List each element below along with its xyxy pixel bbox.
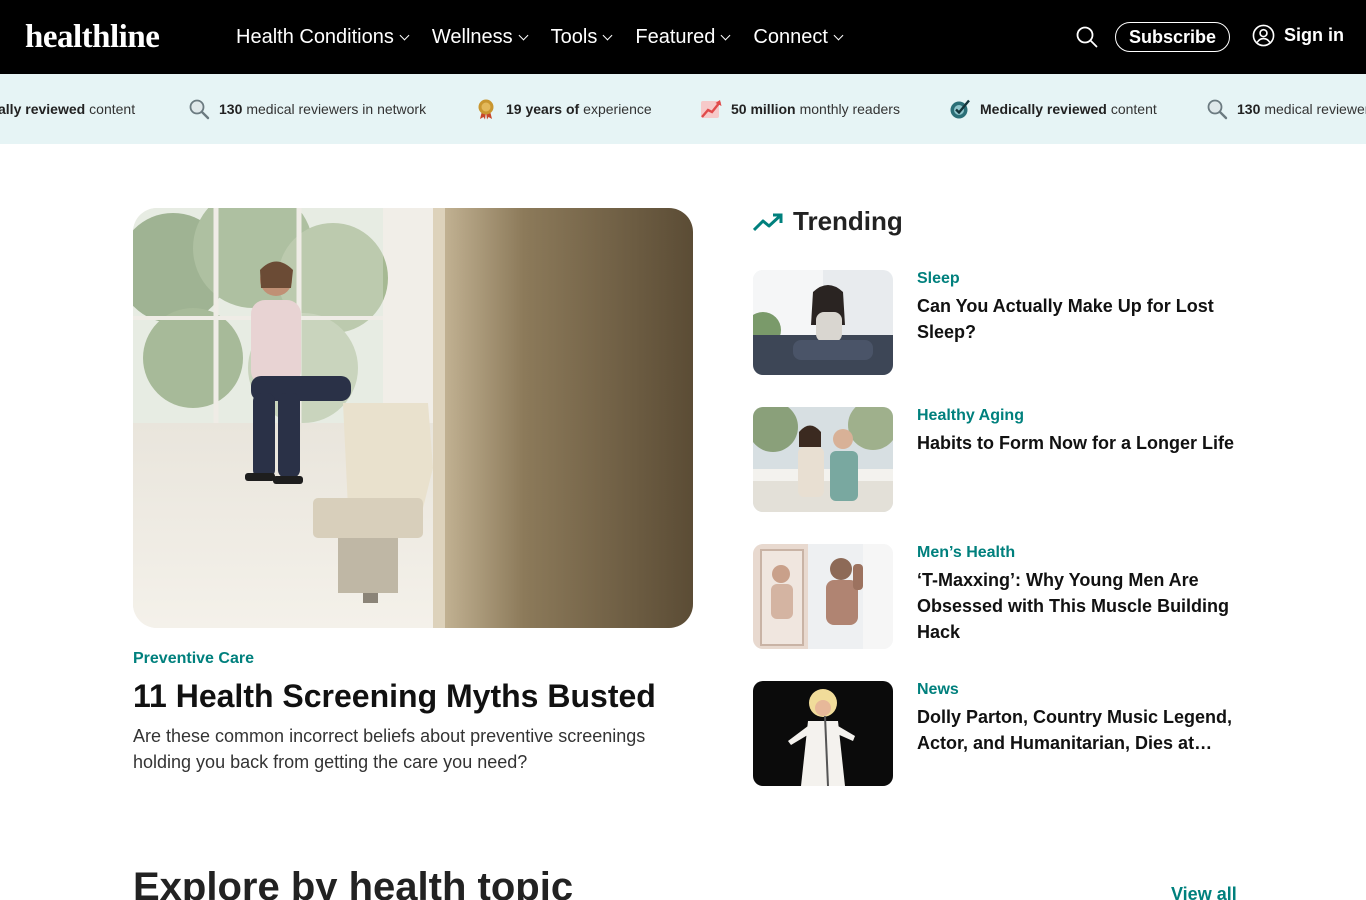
healthline-logo[interactable]: healthline xyxy=(25,17,160,57)
featured-article-image[interactable] xyxy=(133,208,693,628)
featured-description: Are these common incorrect beliefs about… xyxy=(133,726,646,772)
stat-text: content xyxy=(1110,101,1157,117)
magnifier-icon xyxy=(1207,99,1228,120)
stat-text: medical reviewer xyxy=(1264,101,1366,117)
search-button[interactable] xyxy=(1075,25,1099,49)
nav-health-conditions[interactable]: Health Conditions xyxy=(236,25,410,49)
explore-section-title: Explore by health topic xyxy=(133,865,574,900)
trending-header: Trending xyxy=(753,206,903,237)
search-icon xyxy=(1076,26,1098,48)
stat-bold: 19 years of xyxy=(506,101,580,117)
sleep-photo xyxy=(753,270,893,375)
trending-category[interactable]: Sleep xyxy=(917,269,960,289)
nav-tools[interactable]: Tools xyxy=(550,25,613,49)
sign-in-label: Sign in xyxy=(1284,25,1344,45)
trust-stats-ticker: ally reviewed content 130 medical reviewer… xyxy=(0,74,1366,144)
nav-label: Connect xyxy=(753,25,828,48)
chevron-down-icon xyxy=(602,30,613,40)
trending-thumbnail[interactable] xyxy=(753,270,893,375)
trending-thumbnail[interactable] xyxy=(753,681,893,786)
chevron-down-icon xyxy=(518,30,529,40)
mens-health-photo xyxy=(753,544,893,649)
stat-bold: ally reviewed xyxy=(0,101,86,117)
trending-item[interactable]: Sleep Can You Actually Make Up for Lost … xyxy=(753,270,1233,380)
trending-up-icon xyxy=(753,213,783,231)
nav-connect[interactable]: Connect xyxy=(753,25,844,49)
trending-title-link[interactable]: ‘T-Maxxing’: Why Young Men Are Obsessed … xyxy=(917,567,1235,645)
nav-label: Tools xyxy=(550,25,598,48)
subscribe-button[interactable]: Subscribe xyxy=(1115,22,1230,52)
top-navigation-bar: healthline Health Conditions Wellness To… xyxy=(0,0,1366,74)
stat-bold: 50 million xyxy=(731,101,796,117)
growth-chart-icon xyxy=(701,100,722,118)
trending-category[interactable]: News xyxy=(917,680,959,700)
stat-item: 19 years of experience xyxy=(475,74,652,144)
view-all-link[interactable]: View all xyxy=(1171,884,1237,900)
trending-title-link[interactable]: Dolly Parton, Country Music Legend, Acto… xyxy=(917,704,1235,756)
main-nav: Health Conditions Wellness Tools Feature… xyxy=(236,0,866,74)
stat-item: 50 million monthly readers xyxy=(700,74,900,144)
healthy-aging-photo xyxy=(753,407,893,512)
nav-label: Featured xyxy=(635,25,716,48)
trending-item[interactable]: News Dolly Parton, Country Music Legend,… xyxy=(753,681,1233,791)
nav-featured[interactable]: Featured xyxy=(635,25,731,49)
trending-title: Trending xyxy=(793,206,903,236)
nav-wellness[interactable]: Wellness xyxy=(431,25,529,49)
trending-category[interactable]: Healthy Aging xyxy=(917,406,1024,426)
trending-thumbnail[interactable] xyxy=(753,544,893,649)
stat-item: ally reviewed content xyxy=(0,74,135,144)
trending-category[interactable]: Men’s Health xyxy=(917,543,1015,563)
featured-title[interactable]: 11 Health Screening Myths Busted xyxy=(133,677,656,715)
nav-label: Wellness xyxy=(431,25,513,48)
stat-bold: Medically reviewed xyxy=(980,101,1107,117)
sign-in-button[interactable]: Sign in xyxy=(1252,24,1344,47)
stat-item: Medically reviewed content xyxy=(949,74,1157,144)
nav-label: Health Conditions xyxy=(236,25,394,48)
news-photo xyxy=(753,681,893,786)
stat-item: 130 medical reviewers in network xyxy=(188,74,426,144)
user-icon xyxy=(1252,24,1275,47)
stat-text: medical reviewers in network xyxy=(246,101,427,117)
stat-item: 130 medical reviewer xyxy=(1206,74,1366,144)
stat-text: monthly readers xyxy=(799,101,900,117)
featured-category[interactable]: Preventive Care xyxy=(133,650,254,668)
magnifier-icon xyxy=(189,99,210,120)
trending-title-link[interactable]: Habits to Form Now for a Longer Life xyxy=(917,430,1235,456)
trending-thumbnail[interactable] xyxy=(753,407,893,512)
clinic-photo xyxy=(133,208,693,628)
trending-item[interactable]: Healthy Aging Habits to Form Now for a L… xyxy=(753,406,1235,517)
stat-text: content xyxy=(89,101,136,117)
trending-item[interactable]: Men’s Health ‘T-Maxxing’: Why Young Men … xyxy=(753,544,1233,654)
stat-bold: 130 xyxy=(1237,101,1261,117)
chevron-down-icon xyxy=(399,30,410,40)
trending-title-link[interactable]: Can You Actually Make Up for Lost Sleep? xyxy=(917,293,1235,345)
check-badge-icon xyxy=(950,99,970,119)
stat-bold: 130 xyxy=(219,101,243,117)
stat-text: experience xyxy=(583,101,652,117)
chevron-down-icon xyxy=(833,30,844,40)
award-medal-icon xyxy=(478,99,494,120)
chevron-down-icon xyxy=(720,30,731,40)
